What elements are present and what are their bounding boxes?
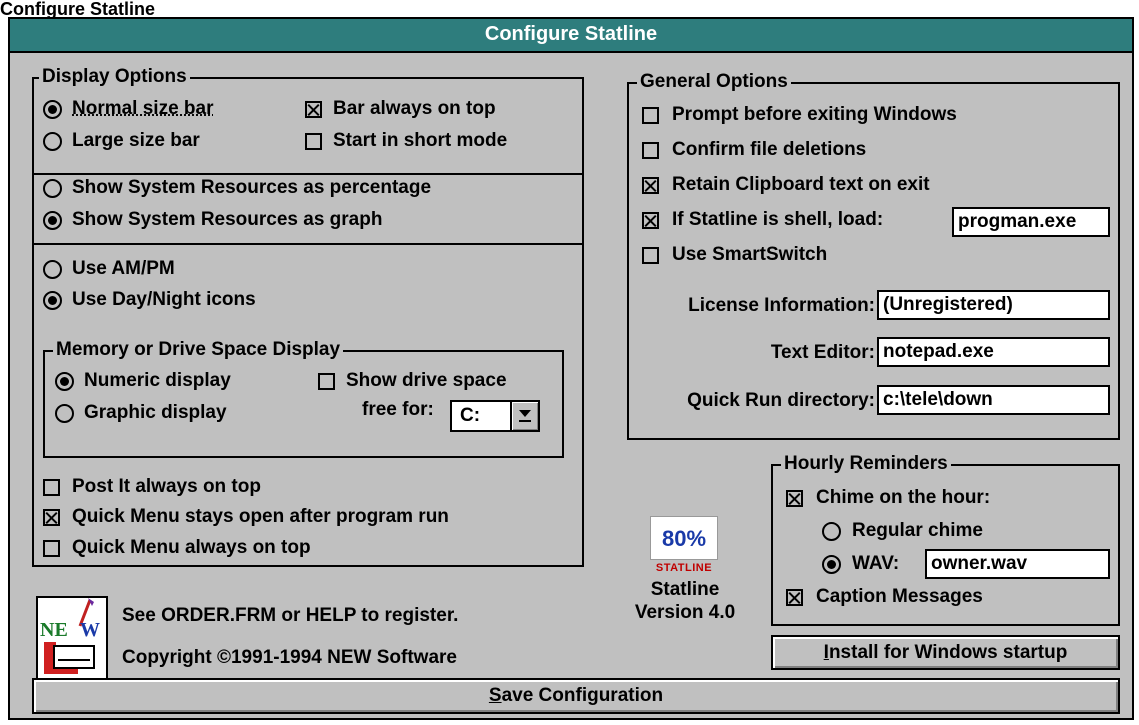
shell-load-label[interactable]: If Statline is shell, load: — [672, 209, 883, 231]
license-label: License Information: — [688, 295, 875, 316]
quickmenu-top-checkbox[interactable] — [43, 540, 60, 557]
quickmenu-top-label[interactable]: Quick Menu always on top — [72, 537, 311, 559]
editor-label: Text Editor: — [770, 342, 875, 363]
license-field[interactable]: (Unregistered) — [877, 290, 1110, 320]
logo-brand: STATLINE — [655, 562, 713, 574]
confirm-delete-checkbox[interactable] — [642, 142, 659, 159]
register-text: See ORDER.FRM or HELP to register. — [122, 605, 459, 626]
resources-percentage-label[interactable]: Show System Resources as percentage — [72, 177, 431, 199]
always-on-top-checkbox[interactable] — [305, 101, 322, 118]
postit-top-label[interactable]: Post It always on top — [72, 476, 261, 498]
short-mode-checkbox[interactable] — [305, 133, 322, 150]
drive-select[interactable]: C: — [450, 400, 540, 432]
product-name: Statline — [650, 579, 720, 600]
svg-text:NE: NE — [40, 619, 68, 641]
configure-dialog: Configure Statline Display Options Norma… — [8, 17, 1134, 720]
prompt-exit-label[interactable]: Prompt before exiting Windows — [672, 104, 957, 126]
quickrun-field[interactable]: c:\tele\down — [877, 385, 1110, 415]
caption-label[interactable]: Caption Messages — [816, 586, 983, 608]
short-mode-label[interactable]: Start in short mode — [333, 130, 507, 152]
install-label: nstall for Windows startup — [828, 642, 1068, 663]
display-options-legend: Display Options — [39, 66, 190, 88]
ampm-label[interactable]: Use AM/PM — [72, 258, 175, 280]
retain-clipboard-label[interactable]: Retain Clipboard text on exit — [672, 174, 930, 196]
regular-chime-radio[interactable] — [822, 522, 841, 541]
drive-value: C: — [460, 405, 481, 426]
show-drive-checkbox[interactable] — [318, 373, 335, 390]
title-bar[interactable]: Configure Statline — [10, 19, 1132, 53]
regular-chime-label[interactable]: Regular chime — [852, 520, 983, 542]
normal-size-label[interactable]: Normal size bar — [72, 98, 214, 120]
postit-top-checkbox[interactable] — [43, 479, 60, 496]
numeric-display-radio[interactable] — [55, 372, 74, 391]
resources-graph-radio[interactable] — [43, 211, 62, 230]
chime-label[interactable]: Chime on the hour: — [816, 487, 990, 509]
wav-file-field[interactable]: owner.wav — [925, 549, 1110, 579]
save-mnemonic: S — [488, 685, 502, 706]
general-options-legend: General Options — [637, 71, 791, 93]
always-on-top-label[interactable]: Bar always on top — [333, 98, 496, 120]
large-size-radio[interactable] — [43, 132, 62, 151]
quickmenu-open-checkbox[interactable] — [43, 509, 60, 526]
wav-label[interactable]: WAV: — [852, 553, 899, 575]
quickrun-label: Quick Run directory: — [687, 390, 875, 411]
resources-percentage-radio[interactable] — [43, 179, 62, 198]
wav-radio[interactable] — [822, 555, 841, 574]
caption-checkbox[interactable] — [786, 589, 803, 606]
daynight-radio[interactable] — [43, 291, 62, 310]
statline-logo: 80% STATLINE — [650, 516, 718, 578]
show-drive-label[interactable]: Show drive space — [346, 370, 507, 392]
retain-clipboard-checkbox[interactable] — [642, 177, 659, 194]
svg-text:W: W — [80, 619, 100, 641]
shell-load-checkbox[interactable] — [642, 212, 659, 229]
confirm-delete-label[interactable]: Confirm file deletions — [672, 139, 866, 161]
product-version: Version 4.0 — [634, 602, 736, 623]
ampm-radio[interactable] — [43, 260, 62, 279]
separator — [34, 243, 582, 245]
large-size-label[interactable]: Large size bar — [72, 130, 200, 152]
normal-size-radio[interactable] — [43, 100, 62, 119]
separator — [34, 173, 582, 175]
graphic-display-label[interactable]: Graphic display — [84, 402, 227, 424]
chime-checkbox[interactable] — [786, 490, 803, 507]
smartswitch-label[interactable]: Use SmartSwitch — [672, 244, 827, 266]
prompt-exit-checkbox[interactable] — [642, 107, 659, 124]
smartswitch-checkbox[interactable] — [642, 247, 659, 264]
save-label: ave Configuration — [501, 685, 664, 706]
logo-percent: 80% — [650, 516, 718, 560]
quickmenu-open-label[interactable]: Quick Menu stays open after program run — [72, 506, 449, 528]
memory-display-legend: Memory or Drive Space Display — [53, 339, 344, 361]
free-for-label: free for: — [362, 399, 434, 420]
copyright-text: Copyright ©1991-1994 NEW Software — [122, 647, 457, 668]
install-startup-button[interactable]: Install for Windows startup — [771, 635, 1120, 670]
new-software-icon: NE W — [36, 596, 108, 680]
shell-program-field[interactable]: progman.exe — [952, 207, 1110, 237]
daynight-label[interactable]: Use Day/Night icons — [72, 289, 256, 311]
dropdown-arrow-icon[interactable] — [510, 402, 538, 430]
numeric-display-label[interactable]: Numeric display — [84, 370, 231, 392]
editor-field[interactable]: notepad.exe — [877, 337, 1110, 367]
page-title: Configure Statline — [0, 0, 156, 19]
resources-graph-label[interactable]: Show System Resources as graph — [72, 209, 382, 231]
save-configuration-button[interactable]: Save Configuration — [32, 678, 1120, 714]
window-title: Configure Statline — [484, 23, 658, 45]
graphic-display-radio[interactable] — [55, 404, 74, 423]
hourly-reminders-legend: Hourly Reminders — [781, 453, 951, 475]
